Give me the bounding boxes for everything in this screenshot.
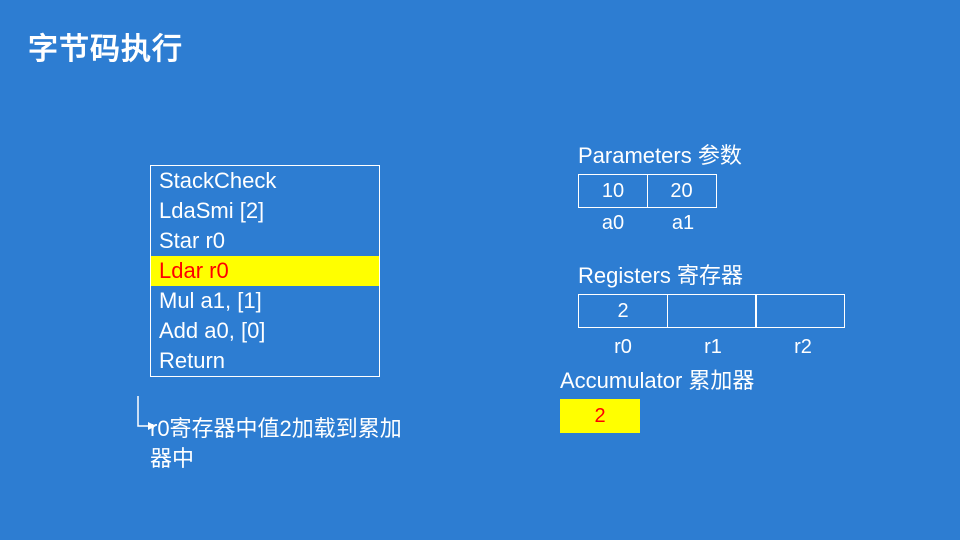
param-cell-a1: 20 — [647, 174, 717, 208]
reg-cell-r0: 2 — [578, 294, 668, 328]
page-title: 字节码执行 — [28, 24, 183, 68]
parameters-row: 10 20 — [578, 174, 900, 208]
parameters-label: Parameters 参数 — [578, 138, 900, 170]
instr-2: Star r0 — [151, 226, 379, 256]
param-cell-a0: 10 — [578, 174, 648, 208]
instr-1: LdaSmi [2] — [151, 196, 379, 226]
instr-5: Add a0, [0] — [151, 316, 379, 346]
instr-6: Return — [151, 346, 379, 376]
accumulator-value: 2 — [560, 399, 640, 433]
annotation-text: r0寄存器中值2加载到累加器中 — [150, 414, 410, 474]
param-name-a1: a1 — [648, 208, 718, 238]
reg-name-r1: r1 — [668, 336, 758, 359]
bytecode-panel: StackCheck LdaSmi [2] Star r0 Ldar r0 Mu… — [150, 165, 410, 377]
reg-cell-r1 — [667, 294, 757, 328]
state-panel: Parameters 参数 10 20 a0 a1 Registers 寄存器 … — [560, 138, 900, 433]
registers-row: 2 — [578, 294, 900, 328]
param-name-a0: a0 — [578, 208, 648, 238]
registers-names: r0 r1 r2 — [578, 336, 900, 359]
reg-name-r0: r0 — [578, 336, 668, 359]
instr-0: StackCheck — [151, 166, 379, 196]
reg-cell-r2 — [755, 294, 845, 328]
registers-label: Registers 寄存器 — [578, 258, 900, 290]
reg-name-r2: r2 — [758, 336, 848, 359]
parameters-names: a0 a1 — [578, 208, 900, 238]
bytecode-box: StackCheck LdaSmi [2] Star r0 Ldar r0 Mu… — [150, 165, 380, 377]
accumulator-label: Accumulator 累加器 — [560, 363, 900, 395]
instr-3-current: Ldar r0 — [151, 256, 379, 286]
instr-4: Mul a1, [1] — [151, 286, 379, 316]
